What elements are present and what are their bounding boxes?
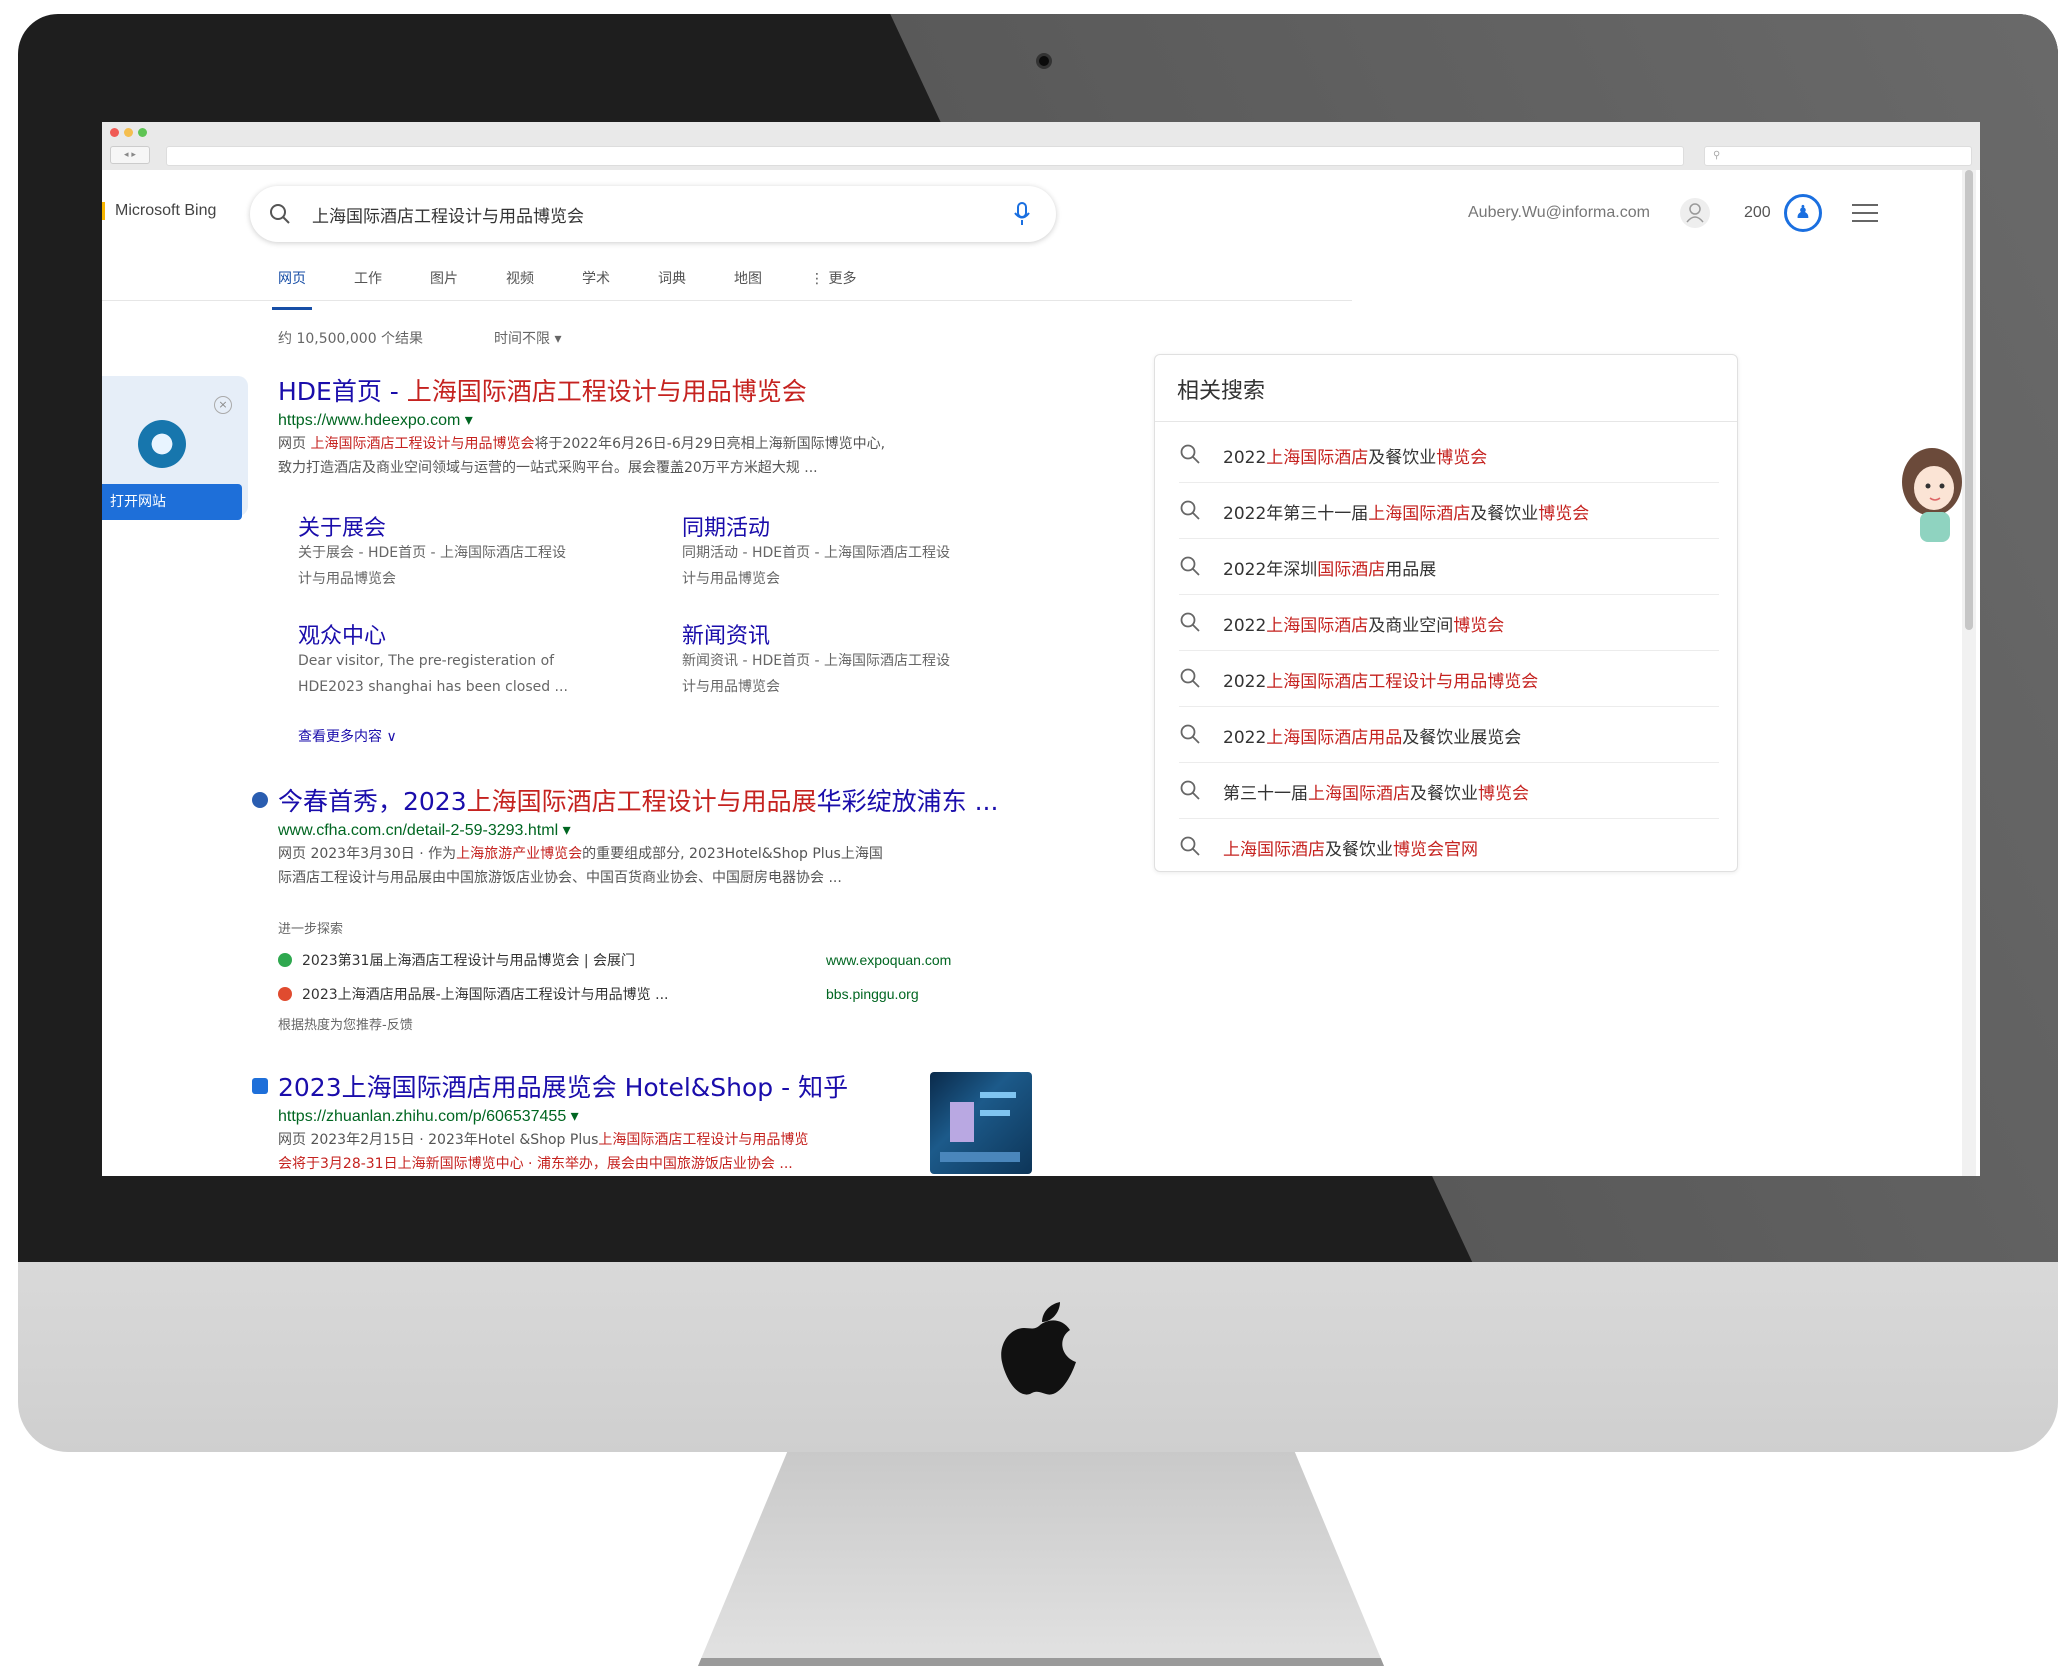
related-search-item[interactable]: 2022上海国际酒店工程设计与用品博览会 — [1179, 651, 1719, 707]
further-explore-link[interactable]: 2023第31届上海酒店工程设计与用品博览会 | 会展门 — [278, 950, 635, 970]
sublink-desc: 新闻资讯 - HDE首页 - 上海国际酒店工程设 计与用品博览会 — [682, 653, 951, 695]
further-explore-link[interactable]: 2023上海酒店用品展-上海国际酒店工程设计与用品博览 ... — [278, 984, 668, 1004]
apple-logo-icon — [1001, 1302, 1076, 1395]
tab-maps[interactable]: 地图 — [734, 268, 762, 288]
result-snippet-3: 网页 2023年2月15日 · 2023年Hotel &Shop Plus上海国… — [278, 1132, 809, 1172]
browser-search-field[interactable]: ⚲ — [1704, 146, 1972, 166]
search-icon: ⚲ — [1713, 150, 1721, 161]
result-url-1[interactable]: https://www.hdeexpo.com ▾ — [278, 410, 473, 430]
tab-videos[interactable]: 视频 — [506, 268, 534, 288]
related-search-item[interactable]: 2022年深圳国际酒店用品展 — [1179, 539, 1719, 595]
tab-images[interactable]: 图片 — [430, 268, 458, 288]
further-explore-domain: www.expoquan.com — [826, 952, 952, 968]
search-icon — [1180, 836, 1200, 856]
open-site-button[interactable]: 打开网站 — [102, 484, 242, 520]
search-icon — [1180, 612, 1200, 632]
result-thumbnail[interactable] — [930, 1072, 1032, 1174]
sublink-title[interactable]: 同期活动 — [682, 510, 770, 542]
avatar[interactable] — [1680, 198, 1710, 228]
result-url-2[interactable]: www.cfha.com.cn/detail-2-59-3293.html ▾ — [278, 820, 571, 840]
result-title-1[interactable]: HDE首页 - 上海国际酒店工程设计与用品博览会 — [278, 372, 807, 408]
page-scrollbar[interactable] — [1962, 170, 1976, 1176]
browser-chrome: ◂ ▸ ⚲ — [102, 122, 1980, 170]
search-icon — [1180, 556, 1200, 576]
result-snippet-1: 网页 上海国际酒店工程设计与用品博览会将于2022年6月26日-6月29日亮相上… — [278, 436, 886, 476]
search-icon — [1180, 500, 1200, 520]
rewards-trophy-icon[interactable]: ♟ — [1784, 194, 1822, 232]
related-search-item[interactable]: 2022上海国际酒店及商业空间博览会 — [1179, 595, 1719, 651]
related-searches-panel: 相关搜索 2022上海国际酒店及餐饮业博览会 2022年第三十一届上海国际酒店及… — [1154, 354, 1738, 872]
tab-academic[interactable]: 学术 — [582, 268, 610, 288]
recommend-note: 根据热度为您推荐-反馈 — [278, 1018, 413, 1033]
sublink-title[interactable]: 观众中心 — [298, 618, 386, 650]
search-input[interactable]: 上海国际酒店工程设计与用品博览会 — [312, 202, 584, 227]
tab-dictionary[interactable]: 词典 — [658, 268, 686, 288]
hamburger-menu-icon[interactable] — [1852, 204, 1878, 224]
close-window-button[interactable] — [110, 128, 119, 137]
related-search-item[interactable]: 上海国际酒店及餐饮业博览会官网 — [1179, 819, 1719, 875]
back-forward-buttons[interactable]: ◂ ▸ — [110, 146, 150, 164]
sublink-desc: Dear visitor, The pre-registeration of HD… — [298, 653, 568, 695]
address-bar[interactable] — [166, 146, 1684, 166]
zhihu-favicon-icon — [252, 1078, 268, 1094]
tab-more[interactable]: ⋮ 更多 — [810, 268, 856, 288]
tab-web[interactable]: 网页 — [272, 268, 312, 310]
site-favicon-icon — [278, 953, 292, 967]
site-logo — [138, 420, 186, 468]
sublink-title[interactable]: 新闻资讯 — [682, 618, 770, 650]
camera-icon — [1036, 53, 1052, 69]
see-more-link[interactable]: 查看更多内容 ∨ — [298, 726, 397, 746]
maximize-window-button[interactable] — [138, 128, 147, 137]
related-search-item[interactable]: 2022年第三十一届上海国际酒店及餐饮业博览会 — [1179, 483, 1719, 539]
related-search-item[interactable]: 2022上海国际酒店及餐饮业博览会 — [1179, 427, 1719, 483]
search-icon — [1180, 724, 1200, 744]
close-icon[interactable]: × — [214, 396, 232, 414]
imac-stand — [698, 1452, 1384, 1666]
bing-logo[interactable]: Microsoft Bing — [102, 202, 216, 220]
result-title-2[interactable]: 今春首秀，2023上海国际酒店工程设计与用品展华彩绽放浦东 ... — [278, 782, 998, 818]
related-search-item[interactable]: 2022上海国际酒店用品及餐饮业展览会 — [1179, 707, 1719, 763]
search-icon — [1180, 668, 1200, 688]
result-snippet-2: 网页 2023年3月30日 · 作为上海旅游产业博览会的重要组成部分, 2023… — [278, 846, 883, 886]
result-title-3[interactable]: 2023上海国际酒店用品展览会 Hotel&Shop - 知乎 — [278, 1068, 848, 1104]
tab-work[interactable]: 工作 — [354, 268, 382, 288]
result-url-3[interactable]: https://zhuanlan.zhihu.com/p/606537455 ▾ — [278, 1106, 579, 1126]
minimize-window-button[interactable] — [124, 128, 133, 137]
user-account-name[interactable]: Aubery.Wu@informa.com — [1468, 204, 1650, 222]
related-searches-title: 相关搜索 — [1177, 379, 1266, 404]
mascot-character-icon — [1902, 448, 1962, 542]
sublink-title[interactable]: 关于展会 — [298, 510, 386, 542]
search-icon — [1180, 780, 1200, 800]
related-search-item[interactable]: 第三十一届上海国际酒店及餐饮业博览会 — [1179, 763, 1719, 819]
site-favicon-icon — [252, 792, 268, 808]
search-tabs: 网页 工作 图片 视频 学术 词典 地图 ⋮ 更多 — [272, 268, 904, 310]
sublink-desc: 同期活动 - HDE首页 - 上海国际酒店工程设 计与用品博览会 — [682, 545, 951, 587]
sublink-desc: 关于展会 - HDE首页 - 上海国际酒店工程设 计与用品博览会 — [298, 545, 567, 587]
further-explore-domain: bbs.pinggu.org — [826, 986, 919, 1002]
time-filter-dropdown[interactable]: 时间不限 ▾ — [494, 328, 561, 348]
screen: ◂ ▸ ⚲ Microsoft Bing 上海国际酒店工程设计与用品博览会 Au… — [102, 122, 1980, 1176]
tabs-divider — [102, 300, 1352, 301]
site-favicon-icon — [278, 987, 292, 1001]
search-icon[interactable] — [268, 202, 292, 226]
user-icon — [1686, 203, 1704, 223]
rewards-points[interactable]: 200 — [1744, 204, 1771, 222]
search-box[interactable]: 上海国际酒店工程设计与用品博览会 — [250, 186, 1056, 242]
further-explore-label: 进一步探索 — [278, 922, 344, 937]
search-icon — [1180, 444, 1200, 464]
result-count: 约 10,500,000 个结果 — [278, 331, 424, 347]
microphone-icon[interactable] — [1010, 200, 1034, 228]
